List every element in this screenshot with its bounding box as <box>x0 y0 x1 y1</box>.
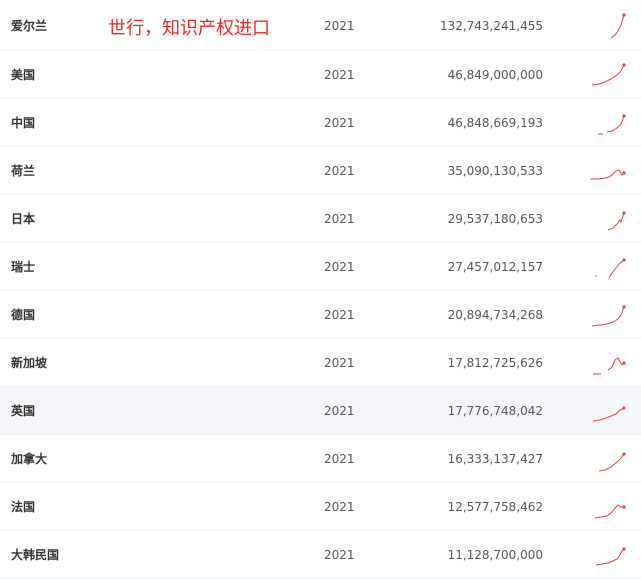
table-row[interactable]: 中国 2021 46,848,669,193 <box>0 99 641 147</box>
year: 2021 <box>324 164 355 178</box>
year: 2021 <box>324 116 355 130</box>
sparkline-chart <box>610 13 626 39</box>
year: 2021 <box>324 19 355 33</box>
table-row[interactable]: 日本 2021 29,537,180,653 <box>0 195 641 243</box>
table-row[interactable]: 法国 2021 12,577,758,462 <box>0 483 641 531</box>
table-row[interactable]: 德国 2021 20,894,734,268 <box>0 291 641 339</box>
table-row[interactable]: 爱尔兰 2021 132,743,241,455 <box>0 0 641 51</box>
sparkline-chart <box>607 211 626 231</box>
table-row[interactable]: 瑞士 2021 27,457,012,157 <box>0 243 641 291</box>
year: 2021 <box>324 452 355 466</box>
year: 2021 <box>324 356 355 370</box>
table-row[interactable]: 新加坡 2021 17,812,725,626 <box>0 339 641 387</box>
country-name[interactable]: 大韩民国 <box>11 547 59 563</box>
sparkline-chart <box>598 452 626 472</box>
sparkline-chart <box>594 504 626 519</box>
year: 2021 <box>324 548 355 562</box>
value: 16,333,137,427 <box>447 452 543 466</box>
value: 20,894,734,268 <box>447 308 543 322</box>
year: 2021 <box>324 212 355 226</box>
sparkline-chart <box>595 547 626 566</box>
country-name[interactable]: 美国 <box>11 67 35 83</box>
value: 11,128,700,000 <box>447 548 543 562</box>
year: 2021 <box>324 500 355 514</box>
year: 2021 <box>324 260 355 274</box>
country-name[interactable]: 新加坡 <box>11 355 47 371</box>
year: 2021 <box>324 308 355 322</box>
value: 12,577,758,462 <box>447 500 543 514</box>
value: 46,849,000,000 <box>447 68 543 82</box>
country-name[interactable]: 加拿大 <box>11 451 47 467</box>
table-row[interactable]: 加拿大 2021 16,333,137,427 <box>0 435 641 483</box>
sparkline-chart <box>598 114 626 135</box>
country-name[interactable]: 日本 <box>11 211 35 227</box>
sparkline-chart <box>595 258 626 279</box>
table-row-hovered[interactable]: 英国 2021 17,776,748,042 <box>0 387 641 435</box>
table-row[interactable]: 荷兰 2021 35,090,130,533 <box>0 147 641 195</box>
country-name[interactable]: 德国 <box>11 307 35 323</box>
sparkline-chart <box>593 357 626 375</box>
value: 17,812,725,626 <box>447 356 543 370</box>
table-row[interactable]: 美国 2021 46,849,000,000 <box>0 51 641 99</box>
country-name[interactable]: 瑞士 <box>11 259 35 275</box>
sparkline-chart <box>592 406 626 422</box>
sparkline-chart <box>590 169 626 180</box>
value: 27,457,012,157 <box>447 260 543 274</box>
country-name[interactable]: 英国 <box>11 403 35 419</box>
indicator-table: 爱尔兰 2021 132,743,241,455 美国 2021 46,849,… <box>0 0 641 579</box>
year: 2021 <box>324 68 355 82</box>
value: 46,848,669,193 <box>447 116 543 130</box>
country-name[interactable]: 荷兰 <box>11 163 35 179</box>
sparkline-chart <box>591 305 626 327</box>
sparkline-chart <box>591 63 626 86</box>
value: 17,776,748,042 <box>447 404 543 418</box>
country-name[interactable]: 爱尔兰 <box>11 18 47 34</box>
country-name[interactable]: 中国 <box>11 115 35 131</box>
value: 29,537,180,653 <box>447 212 543 226</box>
value: 35,090,130,533 <box>447 164 543 178</box>
overlay-title-annotation: 世行，知识产权进口 <box>108 18 270 39</box>
year: 2021 <box>324 404 355 418</box>
value: 132,743,241,455 <box>439 19 543 33</box>
table-row[interactable]: 大韩民国 2021 11,128,700,000 <box>0 531 641 579</box>
country-name[interactable]: 法国 <box>11 499 35 515</box>
